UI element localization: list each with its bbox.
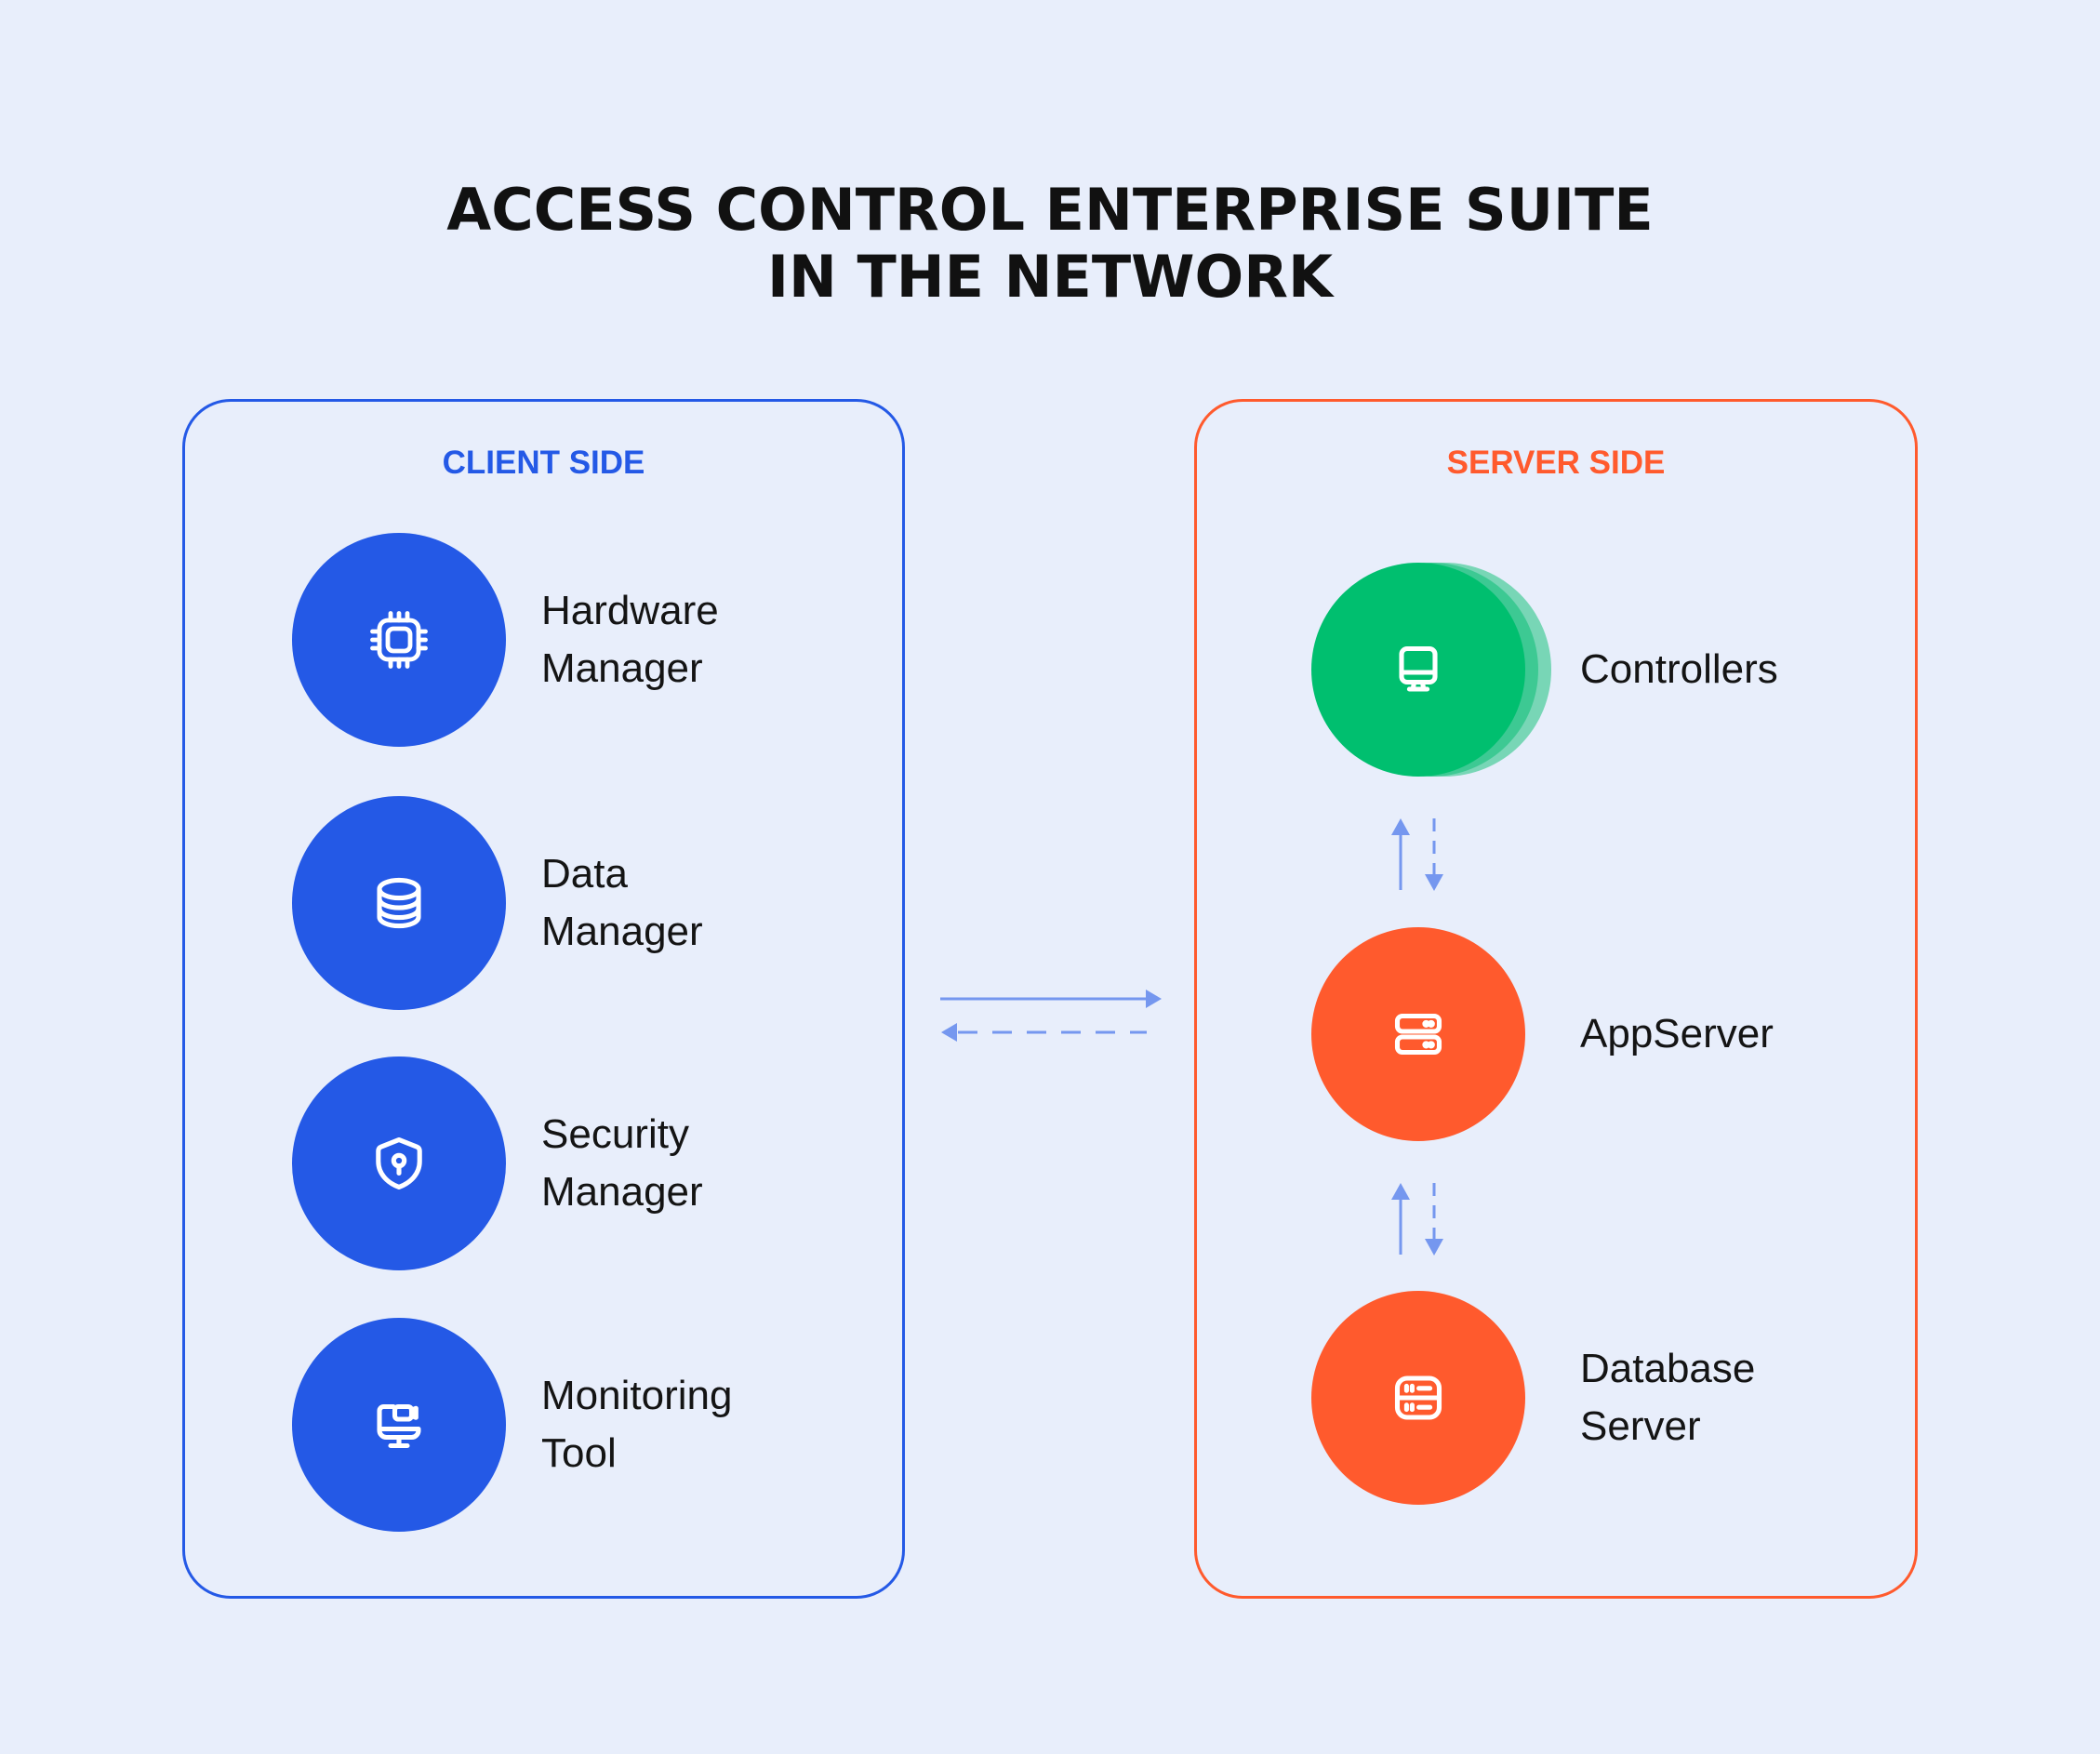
security-manager-label: Security Manager: [541, 1106, 703, 1221]
monitoring-tool-circle: [292, 1318, 506, 1532]
up-arrowhead: [1391, 818, 1410, 835]
database-server-icon: [1394, 1375, 1442, 1420]
label-line: Database: [1580, 1346, 1756, 1391]
database-server-label: Database Server: [1580, 1340, 1755, 1455]
label-line: Security: [541, 1111, 689, 1157]
client-server-arrows: [940, 990, 1162, 1042]
label-line: Data: [541, 851, 628, 897]
label-line: Hardware: [541, 588, 719, 633]
label-line: Manager: [541, 645, 703, 691]
controllers-circle: [1311, 563, 1525, 777]
label-line: Manager: [541, 909, 703, 954]
request-arrowhead: [1146, 990, 1162, 1008]
appserver-database-arrows: [1391, 1183, 1443, 1256]
cpu-chip-icon: [370, 611, 428, 669]
server-side-heading: SERVER SIDE: [1446, 445, 1666, 481]
desktop-monitor-icon: [1399, 645, 1438, 692]
database-server-circle: [1311, 1291, 1525, 1505]
appserver-label: AppServer: [1580, 1005, 1774, 1063]
controllers-label: Controllers: [1580, 641, 1778, 698]
monitoring-tool-label: Monitoring Tool: [541, 1367, 732, 1482]
client-side-heading: CLIENT SIDE: [442, 445, 645, 481]
response-arrowhead: [941, 1023, 957, 1042]
label-line: Server: [1580, 1403, 1701, 1449]
server-rack-icon: [1394, 1013, 1442, 1056]
down-arrowhead: [1425, 1239, 1443, 1256]
monitor-camera-icon: [377, 1403, 421, 1449]
controllers-appserver-arrows: [1391, 818, 1443, 891]
shield-keyhole-icon: [376, 1136, 422, 1190]
security-manager-circle: [292, 1056, 506, 1270]
label-line: Monitoring: [541, 1373, 733, 1418]
hardware-manager-circle: [292, 533, 506, 747]
data-manager-label: Data Manager: [541, 845, 703, 961]
page-title-line-1: ACCESS CONTROL ENTERPRISE SUITE: [446, 176, 1654, 244]
server-side-panel: SERVER SIDE: [1194, 399, 1918, 1599]
data-manager-circle: [292, 796, 506, 1010]
page-title-line-2: IN THE NETWORK: [766, 243, 1334, 311]
label-line: Manager: [541, 1169, 703, 1215]
appserver-circle: [1311, 927, 1525, 1141]
database-icon: [377, 877, 421, 929]
down-arrowhead: [1425, 874, 1443, 891]
up-arrowhead: [1391, 1183, 1410, 1200]
label-line: Controllers: [1580, 646, 1778, 692]
label-line: AppServer: [1580, 1011, 1774, 1056]
label-line: Tool: [541, 1430, 617, 1476]
hardware-manager-label: Hardware Manager: [541, 582, 719, 698]
